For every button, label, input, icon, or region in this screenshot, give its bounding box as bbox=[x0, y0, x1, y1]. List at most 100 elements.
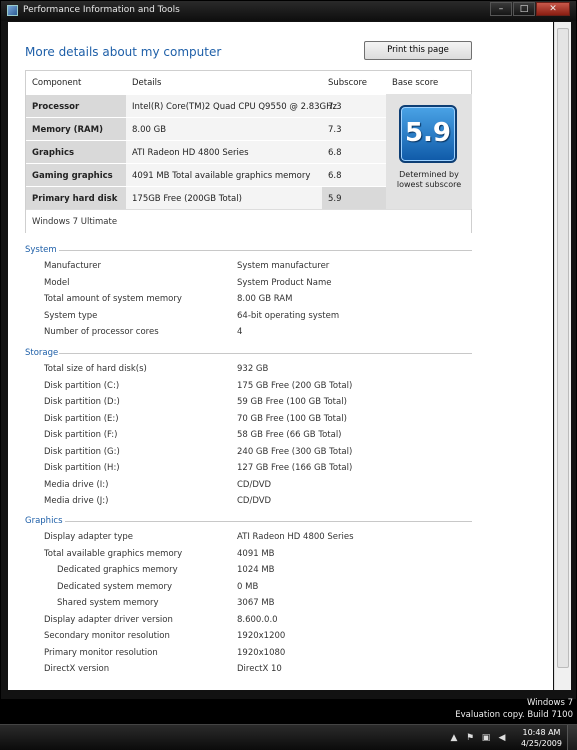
detail-row: Secondary monitor resolution 1920x1200 bbox=[25, 627, 472, 644]
clock-time: 10:48 AM bbox=[522, 728, 561, 737]
component-label: Primary hard disk bbox=[26, 187, 126, 209]
detail-label: Disk partition (E:) bbox=[44, 413, 119, 424]
detail-value: 127 GB Free (166 GB Total) bbox=[237, 463, 353, 473]
page-title: More details about my computer bbox=[25, 45, 222, 59]
clock-date: 4/25/2009 bbox=[520, 739, 562, 748]
detail-row: Shared system memory 3067 MB bbox=[25, 594, 472, 611]
detail-value: System manufacturer bbox=[237, 261, 330, 271]
title-bar[interactable]: Performance Information and Tools – □ ✕ bbox=[1, 1, 576, 21]
detail-label: Disk partition (C:) bbox=[44, 380, 120, 391]
detail-value: DirectX 10 bbox=[237, 664, 282, 674]
performance-window: Performance Information and Tools – □ ✕ … bbox=[0, 0, 577, 700]
detail-row: Disk partition (C:) 175 GB Free (200 GB T… bbox=[25, 377, 472, 394]
network-icon[interactable]: ▣ bbox=[481, 733, 491, 743]
detail-row: Disk partition (G:) 240 GB Free (300 GB T… bbox=[25, 443, 472, 460]
detail-value: System Product Name bbox=[237, 277, 332, 288]
detail-row: Display adapter type ATI Radeon HD 4800 S… bbox=[25, 528, 472, 545]
content-area: More details about my computer Print thi… bbox=[8, 22, 553, 690]
section-title-text: Storage bbox=[25, 348, 59, 358]
detail-value: 4 bbox=[237, 327, 243, 337]
detail-label: Display adapter type bbox=[44, 532, 133, 542]
window-title: Performance Information and Tools bbox=[23, 5, 180, 15]
component-details: 8.00 GB bbox=[132, 125, 167, 135]
minimize-button[interactable]: – bbox=[490, 2, 512, 16]
detail-row: Media drive (J:) CD/DVD bbox=[25, 492, 472, 509]
detail-row: System type 64-bit operating system bbox=[25, 307, 472, 324]
detail-label: Primary monitor resolution bbox=[44, 647, 158, 658]
subscore-value: 7.3 bbox=[328, 125, 342, 135]
show-hidden-icons-icon[interactable]: ▲ bbox=[449, 733, 459, 743]
edition-row: Windows 7 Ultimate bbox=[26, 209, 471, 233]
component-details: ATI Radeon HD 4800 Series bbox=[132, 148, 249, 158]
detail-row: Disk partition (F:) 58 GB Free (66 GB Tot… bbox=[25, 426, 472, 443]
detail-label: Total available graphics memory bbox=[44, 548, 183, 559]
subscore-value: 6.8 bbox=[328, 171, 342, 181]
detail-value: 58 GB Free (66 GB Total) bbox=[237, 430, 342, 440]
component-details: Intel(R) Core(TM)2 Quad CPU Q9550 @ 2.83… bbox=[132, 102, 337, 112]
taskbar-clock[interactable]: 10:48 AM 4/25/2009 bbox=[521, 727, 562, 749]
system-section: System Manufacturer System manufacturer M… bbox=[25, 245, 472, 340]
detail-value: 0 MB bbox=[237, 581, 259, 592]
detail-label: Disk partition (G:) bbox=[44, 446, 120, 457]
section-divider bbox=[59, 353, 472, 354]
detail-label: Secondary monitor resolution bbox=[44, 631, 170, 641]
detail-value: 4091 MB bbox=[237, 548, 275, 559]
subscore-value: 7.3 bbox=[328, 102, 342, 112]
close-button[interactable]: ✕ bbox=[536, 2, 570, 16]
detail-row: Total amount of system memory 8.00 GB RAM bbox=[25, 290, 472, 307]
component-label: Graphics bbox=[26, 141, 126, 163]
detail-row: Total available graphics memory 4091 MB bbox=[25, 545, 472, 562]
caption-buttons: – □ ✕ bbox=[489, 2, 570, 16]
section-title-text: System bbox=[25, 245, 57, 255]
section-divider bbox=[59, 250, 472, 251]
base-score-panel: 5.9 Determined by lowest subscore bbox=[386, 94, 472, 209]
watermark-build: Evaluation copy. Build 7100 bbox=[455, 710, 573, 720]
detail-value: 240 GB Free (300 GB Total) bbox=[237, 446, 353, 457]
detail-row: Disk partition (E:) 70 GB Free (100 GB To… bbox=[25, 410, 472, 427]
detail-value: 175 GB Free (200 GB Total) bbox=[237, 380, 353, 391]
detail-row: Media drive (I:) CD/DVD bbox=[25, 476, 472, 493]
detail-label: Dedicated system memory bbox=[57, 581, 173, 592]
detail-label: DirectX version bbox=[44, 664, 110, 674]
vertical-scrollbar[interactable] bbox=[554, 22, 571, 690]
component-details: 4091 MB Total available graphics memory bbox=[132, 171, 311, 181]
storage-section-title: Storage bbox=[25, 348, 472, 360]
detail-value: 1920x1080 bbox=[237, 647, 286, 658]
evaluation-watermark: Windows 7 Evaluation copy. Build 7100 bbox=[455, 697, 573, 721]
detail-label: Disk partition (D:) bbox=[44, 397, 120, 407]
component-label: Memory (RAM) bbox=[26, 118, 126, 140]
detail-label: Total size of hard disk(s) bbox=[44, 364, 147, 374]
section-title-text: Graphics bbox=[25, 516, 63, 526]
scrollbar-thumb[interactable] bbox=[557, 28, 569, 668]
detail-value: 1920x1200 bbox=[237, 631, 286, 641]
action-center-icon[interactable]: ⚑ bbox=[465, 733, 475, 743]
detail-value: 1024 MB bbox=[237, 565, 275, 575]
score-table-header: Component Details Subscore Base score bbox=[26, 71, 471, 94]
score-table: Component Details Subscore Base score Pr… bbox=[25, 70, 472, 233]
detail-row: Manufacturer System manufacturer bbox=[25, 257, 472, 274]
detail-value: 932 GB bbox=[237, 364, 269, 374]
print-button[interactable]: Print this page bbox=[364, 41, 472, 60]
maximize-button[interactable]: □ bbox=[513, 2, 535, 16]
component-label: Processor bbox=[26, 95, 126, 117]
detail-label: Media drive (J:) bbox=[44, 496, 109, 506]
detail-value: 8.600.0.0 bbox=[237, 614, 278, 625]
detail-label: System type bbox=[44, 310, 98, 321]
header-details: Details bbox=[132, 78, 162, 88]
graphics-section-title: Graphics bbox=[25, 516, 472, 528]
detail-row: Model System Product Name bbox=[25, 274, 472, 291]
detail-label: Dedicated graphics memory bbox=[57, 565, 178, 575]
base-score-value: 5.9 bbox=[404, 118, 452, 148]
volume-icon[interactable]: ◀ bbox=[497, 733, 507, 743]
header-base-score: Base score bbox=[392, 78, 439, 88]
show-desktop-button[interactable] bbox=[567, 725, 577, 750]
detail-value: CD/DVD bbox=[237, 496, 272, 506]
detail-row: Disk partition (D:) 59 GB Free (100 GB To… bbox=[25, 393, 472, 410]
component-details: 175GB Free (200GB Total) bbox=[132, 194, 242, 204]
detail-label: Shared system memory bbox=[57, 598, 159, 608]
subscore-value: 5.9 bbox=[322, 187, 386, 209]
detail-label: Media drive (I:) bbox=[44, 479, 109, 490]
section-divider bbox=[65, 521, 472, 522]
system-section-title: System bbox=[25, 245, 472, 257]
detail-label: Model bbox=[44, 277, 70, 288]
